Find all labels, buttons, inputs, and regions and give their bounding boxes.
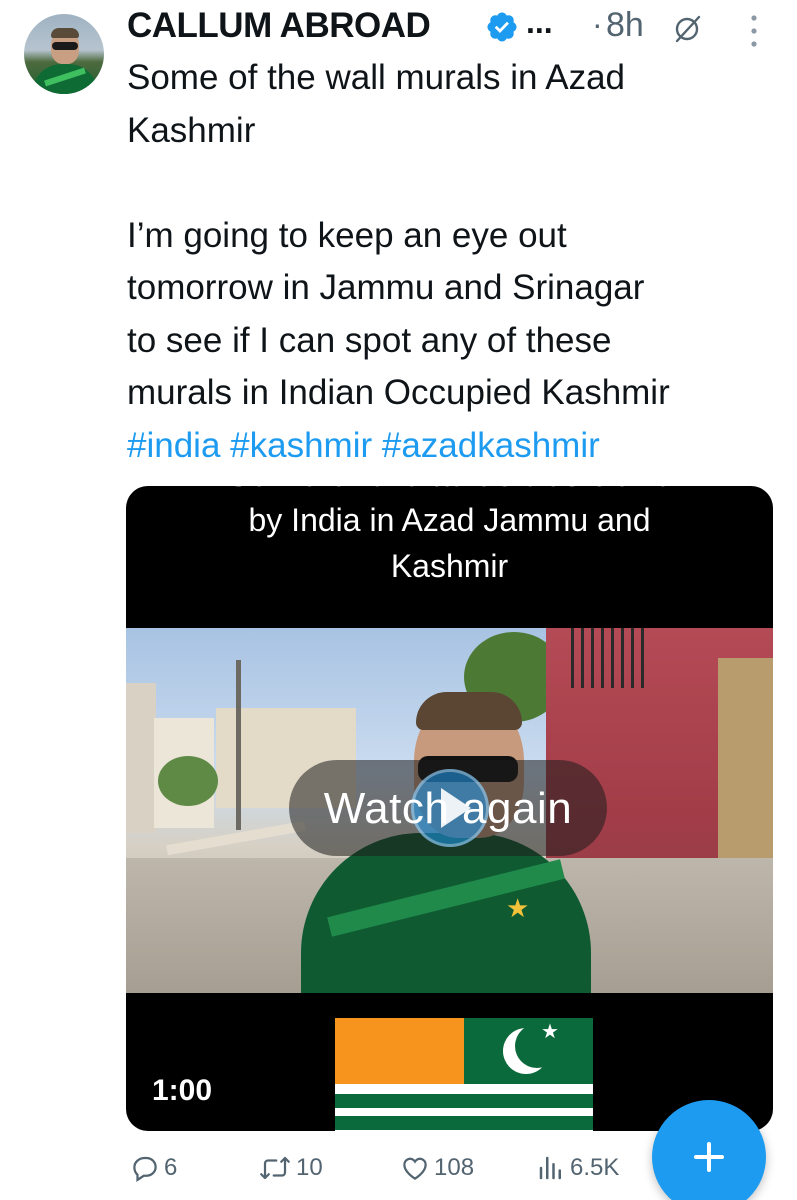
scene-utility-pole [236, 660, 241, 830]
author-name[interactable]: CALLUM ABROAD [127, 6, 431, 46]
avatar[interactable] [24, 14, 104, 94]
name-truncation: ... [526, 4, 553, 40]
verified-badge-icon [487, 12, 517, 42]
tweet-line: Kashmir [127, 110, 256, 150]
video-caption-cut: Some of the atrocities done [126, 486, 773, 495]
flag-star-icon: ★ [541, 1021, 559, 1043]
video-caption-line: Kashmir [390, 548, 509, 584]
scene-tree [158, 756, 218, 806]
views-count: 6.5K [570, 1154, 620, 1181]
like-button[interactable]: 108 [400, 1150, 474, 1186]
video-caption-line: by India in Azad Jammu and [248, 502, 651, 538]
separator-dot: · [592, 6, 603, 42]
heart-icon [403, 1157, 427, 1180]
views-button[interactable]: 6.5K [536, 1150, 619, 1186]
hashtag-azadkashmir[interactable]: #azadkashmir [382, 426, 600, 465]
views-icon [539, 1156, 561, 1180]
repost-count: 10 [296, 1154, 323, 1181]
flag-saffron-panel [335, 1018, 464, 1084]
tweet-line: to see if I can spot any of these [127, 320, 612, 360]
grok-icon[interactable] [672, 14, 702, 44]
avatar-sunglasses [52, 42, 78, 50]
flag-stripe [335, 1116, 593, 1130]
post-time[interactable]: 8h [606, 6, 644, 45]
flag-stripe [335, 1094, 593, 1108]
hashtag-line: #india #kashmir #azadkashmir [127, 420, 787, 473]
scene-wooden-board [718, 658, 773, 888]
video-duration: 1:00 [152, 1074, 213, 1107]
repost-icon [260, 1156, 290, 1180]
tweet-line: I’m going to keep an eye out [127, 215, 567, 255]
reply-icon [133, 1156, 157, 1182]
scene-building [126, 683, 156, 833]
azad-kashmir-flag: ★ [335, 1018, 593, 1131]
reply-count: 6 [164, 1154, 178, 1181]
video-media[interactable]: Some of the atrocities done by India in … [126, 486, 773, 1131]
tweet-line: Some of the wall murals in Azad [127, 58, 626, 97]
tweet-text: Some of the wall murals in Azad Kashmir … [127, 52, 787, 472]
scene-person-hair [416, 692, 522, 730]
tweet-line: tomorrow in Jammu and Srinagar [127, 268, 645, 307]
repost-button[interactable]: 10 [258, 1150, 323, 1186]
plus-icon-vertical [707, 1142, 711, 1172]
scene-fence [571, 628, 651, 688]
tweet-line: murals in Indian Occupied Kashmir [127, 373, 670, 412]
more-vertical-icon[interactable] [748, 12, 760, 50]
reply-button[interactable]: 6 [130, 1150, 177, 1186]
avatar-hair [51, 28, 79, 38]
scene-shirt-star-icon: ★ [506, 893, 530, 923]
like-count: 108 [434, 1154, 475, 1181]
hashtag-kashmir[interactable]: #kashmir [230, 426, 372, 465]
hashtag-india[interactable]: #india [127, 426, 220, 465]
watch-again-label: Watch again [323, 784, 573, 833]
